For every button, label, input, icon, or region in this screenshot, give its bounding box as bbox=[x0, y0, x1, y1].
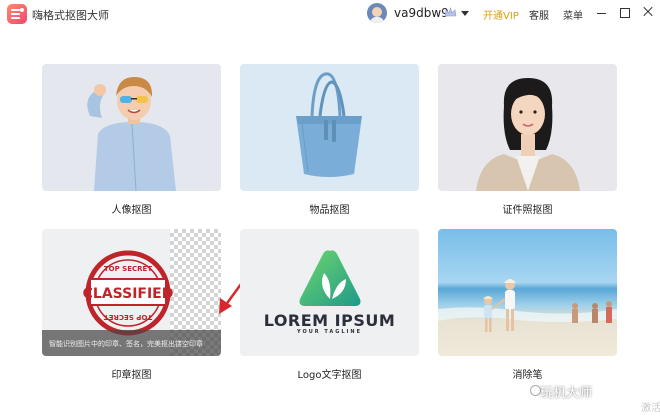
app-title: 嗨格式抠图大师 bbox=[32, 9, 109, 22]
card-portrait-cutout[interactable] bbox=[42, 64, 221, 191]
watermark-text: 玩机大师 bbox=[540, 386, 593, 401]
user-avatar[interactable] bbox=[367, 3, 387, 23]
customer-service-button[interactable]: 客服 bbox=[529, 7, 549, 22]
card-label-stamp: 印章抠图 bbox=[111, 370, 152, 381]
card-stamp-cutout[interactable]: CLASSIFIED TOP SECRET TOP SECRET 智能识别图片中… bbox=[42, 229, 221, 356]
card-label-logo-text: Logo文字抠图 bbox=[297, 370, 362, 381]
logo-main-text: LOREM IPSUM bbox=[263, 311, 396, 330]
caption-strip: 智能识别图片中的印章、签名，完美抠出镂空印章 bbox=[42, 330, 221, 356]
open-vip-button[interactable]: 开通VIP bbox=[483, 7, 519, 22]
stamp-top-text: TOP SECRET bbox=[104, 265, 152, 273]
card-label-eraser: 消除笔 bbox=[512, 370, 543, 381]
close-icon[interactable] bbox=[641, 5, 654, 18]
card-label-object: 物品抠图 bbox=[309, 205, 350, 216]
card-label-portrait: 人像抠图 bbox=[111, 205, 152, 216]
menu-button[interactable]: 菜单 bbox=[563, 7, 583, 22]
handbag-photo bbox=[296, 72, 362, 177]
chevron-down-icon[interactable] bbox=[461, 11, 469, 16]
minimize-icon[interactable] bbox=[597, 13, 606, 14]
app-logo-icon bbox=[7, 4, 27, 24]
woman-photo bbox=[476, 78, 580, 191]
logo-triangle-graphic bbox=[299, 250, 361, 306]
boy-photo bbox=[87, 76, 176, 191]
card-eraser-pen[interactable] bbox=[438, 229, 617, 356]
title-bar: 嗨格式抠图大师 va9dbw9 开通VIP 客服 菜单 bbox=[0, 0, 660, 28]
beach-photo bbox=[438, 279, 617, 332]
card-object-cutout[interactable] bbox=[240, 64, 419, 191]
maximize-icon[interactable] bbox=[620, 8, 630, 18]
watermark-sub-text: 激活 bbox=[641, 403, 660, 414]
vip-crown-icon bbox=[444, 7, 457, 17]
card-logo-text-cutout[interactable]: LOREM IPSUM YOUR TAGLINE bbox=[240, 229, 419, 356]
card-id-photo-cutout[interactable] bbox=[438, 64, 617, 191]
stamp-bottom-text: TOP SECRET bbox=[104, 313, 152, 321]
card-label-id-photo: 证件照抠图 bbox=[502, 205, 553, 216]
logo-tagline-text: YOUR TAGLINE bbox=[297, 329, 362, 335]
username[interactable]: va9dbw9 bbox=[394, 6, 449, 20]
stamp-caption: 智能识别图片中的印章、签名，完美抠出镂空印章 bbox=[49, 340, 203, 348]
stamp-center-text: CLASSIFIED bbox=[83, 286, 174, 302]
